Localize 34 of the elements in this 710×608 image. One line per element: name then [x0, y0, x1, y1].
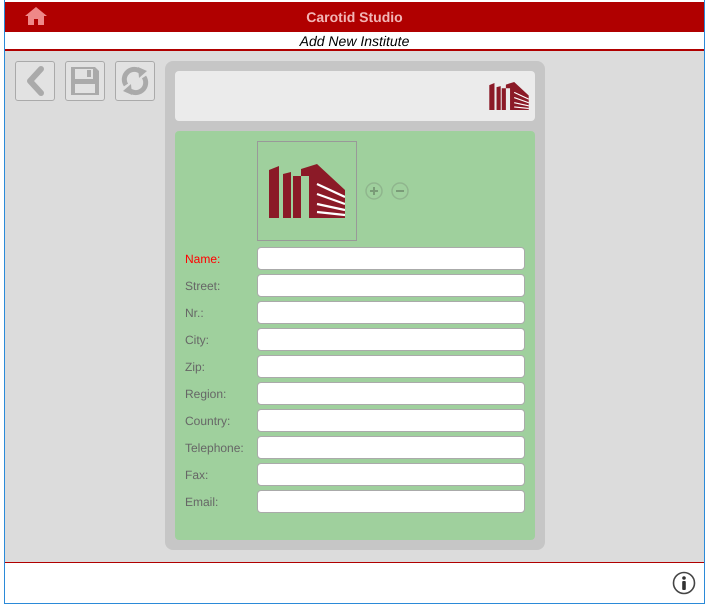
input-field[interactable] [257, 274, 525, 297]
input-field[interactable] [257, 490, 525, 513]
field-label: Name: [185, 252, 222, 266]
field-label: Nr.: [185, 306, 205, 320]
app-title: Carotid Studio [306, 9, 403, 25]
refresh-icon [120, 66, 150, 96]
input-field[interactable] [257, 355, 525, 378]
building-icon [269, 164, 345, 218]
field-label: Zip: [185, 360, 206, 374]
input-field[interactable] [257, 463, 525, 486]
refresh-button[interactable] [115, 61, 155, 101]
save-button[interactable] [65, 61, 105, 101]
field-label: Region: [185, 386, 228, 400]
input-field[interactable] [257, 328, 525, 351]
field-label: Fax: [185, 468, 210, 482]
input-field[interactable] [257, 247, 525, 270]
input-field[interactable] [257, 409, 525, 432]
home-icon[interactable] [25, 7, 47, 25]
zoom-out-icon[interactable] [391, 182, 409, 200]
back-icon [25, 66, 45, 96]
info-icon[interactable] [672, 571, 696, 595]
field-label: Street: [185, 278, 222, 292]
field-label: Email: [185, 494, 220, 508]
field-label: City: [185, 332, 210, 346]
field-label: Country: [185, 414, 232, 428]
back-button[interactable] [15, 61, 55, 101]
input-field[interactable] [257, 382, 525, 405]
input-field[interactable] [257, 301, 525, 324]
zoom-in-icon[interactable] [365, 182, 383, 200]
logo-frame[interactable] [257, 141, 357, 241]
building-icon [489, 82, 529, 110]
input-field[interactable] [257, 436, 525, 459]
field-label: Telephone: [185, 440, 245, 454]
page-title: Add New Institute [300, 32, 410, 48]
